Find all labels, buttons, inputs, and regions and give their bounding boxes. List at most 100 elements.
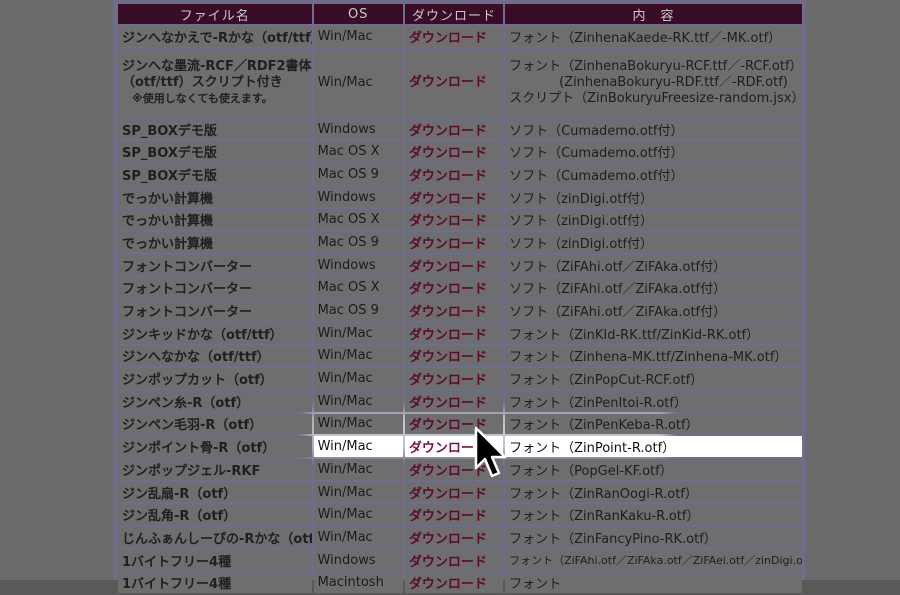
download-link[interactable]: ダウンロード (404, 527, 504, 548)
table-row: フォントコンバーター Mac OS 9 ダウンロード ソフト（ZiFAhi.otf／Z… (118, 300, 802, 321)
os-cell: Windows (313, 549, 403, 571)
download-link[interactable]: ダウンロード (404, 390, 504, 412)
download-link[interactable]: ダウンロード (404, 118, 504, 140)
file-name-cell: ジンキッドかな（otf/ttf） (118, 322, 312, 344)
download-link[interactable]: ダウンロード (404, 26, 504, 47)
download-link[interactable]: ダウンロード (404, 504, 504, 526)
download-link[interactable]: ダウンロード (404, 572, 504, 594)
file-name-cell: ジンへな墨流-RCF／RDF2書体 （otf/ttf）スクリプト付き ※使用しなくて… (118, 48, 312, 117)
file-name-cell: ジンへなかえで-Rかな（otf/ttf） (118, 26, 312, 47)
os-cell: Win/Mac (313, 527, 403, 548)
os-cell: Win/Mac (313, 26, 403, 47)
file-name-cell: フォントコンバーター (118, 277, 312, 299)
download-link[interactable]: ダウンロード (404, 481, 504, 503)
os-cell: Mac OS X (313, 209, 403, 231)
download-link[interactable]: ダウンロード (404, 549, 504, 571)
file-name-cell: ジンポイント骨-R（otf） (118, 436, 312, 457)
content-cell: ソフト（Cumademo.otf付） (505, 141, 802, 163)
os-cell: Win/Mac (313, 48, 403, 117)
table-row: ジンキッドかな（otf/ttf） Win/Mac ダウンロード フォント（ZinKId… (118, 322, 802, 344)
os-cell: Win/Mac (313, 481, 403, 503)
content-cell: フォント（ZinPoint-R.otf） (505, 436, 802, 457)
header-os: OS (313, 4, 403, 24)
file-name-cell: SP_BOXデモ版 (118, 141, 312, 163)
download-link[interactable]: ダウンロード (404, 232, 504, 253)
content-cell: フォント（ZinPopCut-RCF.otf） (505, 368, 802, 389)
content-cell: フォント（ZinhenaKaede-RK.ttf／-MK.otf） (505, 26, 802, 47)
content-cell: ソフト（ZiFAhi.otf／ZiFAka.otf付） (505, 300, 802, 321)
content-cell: フォント（ZinPenKeba-R.otf） (505, 413, 802, 435)
content-cell: フォント (505, 572, 802, 594)
table-row: ジンペン毛羽-R（otf） Win/Mac ダウンロード フォント（ZinPenKeb… (118, 413, 802, 435)
content-cell: ソフト（ZiFAhi.otf／ZiFAka.otf付） (505, 277, 802, 299)
file-name-cell: フォントコンバーター (118, 300, 312, 321)
file-name-cell: 1バイトフリー4種 (118, 549, 312, 571)
os-cell: Mac OS 9 (313, 164, 403, 185)
file-name-cell: ジンペン毛羽-R（otf） (118, 413, 312, 435)
os-cell: Mac OS 9 (313, 300, 403, 321)
table-row: ジン乱角-R（otf） Win/Mac ダウンロード フォント（ZinRanKaku-… (118, 504, 802, 526)
download-link[interactable]: ダウンロード (404, 141, 504, 163)
download-link[interactable]: ダウンロード (404, 254, 504, 276)
header-filename: ファイル名 (118, 4, 312, 24)
download-link[interactable]: ダウンロード (404, 300, 504, 321)
file-name-cell: ジン乱角-R（otf） (118, 504, 312, 526)
download-link[interactable]: ダウンロード (404, 345, 504, 367)
file-name-line: （otf/ttf）スクリプト付き (122, 74, 283, 90)
file-name-cell: ジン乱扇-R（otf） (118, 481, 312, 503)
os-cell: Windows (313, 118, 403, 140)
table-header-row: ファイル名 OS ダウンロード 内 容 (118, 4, 802, 24)
download-link[interactable]: ダウンロード (404, 209, 504, 231)
os-cell: Win/Mac (313, 413, 403, 435)
file-name-cell: でっかい計算機 (118, 186, 312, 208)
content-cell: フォント（ZinFancyPino-RK.otf） (505, 527, 802, 548)
content-cell: フォント（ZinPenItoi-R.otf） (505, 390, 802, 412)
table-row: SP_BOXデモ版 Mac OS X ダウンロード ソフト（Cumademo.otf付… (118, 141, 802, 163)
table-row: 1バイトフリー4種 Macintosh ダウンロード フォント (118, 572, 802, 594)
table-row: ジンへな墨流-RCF／RDF2書体 （otf/ttf）スクリプト付き ※使用しなくて… (118, 48, 802, 117)
content-line: スクリプト（ZinBokuryuFreesize-random.jsx） (509, 90, 802, 106)
file-name-line: ジンへな墨流-RCF／RDF2書体 (122, 58, 312, 74)
content-cell: ソフト（Cumademo.otf付） (505, 118, 802, 140)
content-cell: ソフト（ZiFAhi.otf／ZiFAka.otf付） (505, 254, 802, 276)
os-cell: Win/Mac (313, 436, 403, 457)
download-table: ファイル名 OS ダウンロード 内 容 ジンへなかえで-Rかな（otf/ttf）… (116, 2, 804, 595)
table-row: でっかい計算機 Windows ダウンロード ソフト（zinDigi.otf付） (118, 186, 802, 208)
content-line: フォント（ZinhenaBokuryu-RCF.ttf／-RCF.otf） (509, 58, 802, 74)
os-cell: Win/Mac (313, 459, 403, 480)
table-row: フォントコンバーター Windows ダウンロード ソフト（ZiFAhi.otf／Zi… (118, 254, 802, 276)
table-row: ジン乱扇-R（otf） Win/Mac ダウンロード フォント（ZinRanOogi-… (118, 481, 802, 503)
download-link[interactable]: ダウンロード (404, 164, 504, 185)
table-row: SP_BOXデモ版 Windows ダウンロード ソフト（Cumademo.otf付） (118, 118, 802, 140)
table-row: ジンポップカット（otf） Win/Mac ダウンロード フォント（ZinPopCut… (118, 368, 802, 389)
table-row: ジンペン糸-R（otf） Win/Mac ダウンロード フォント（ZinPenItoi… (118, 390, 802, 412)
download-link[interactable]: ダウンロード (404, 277, 504, 299)
download-link[interactable]: ダウンロード (404, 368, 504, 389)
file-name-cell: でっかい計算機 (118, 232, 312, 253)
table-row: ジンへなかな（otf/ttf） Win/Mac ダウンロード フォント（Zinhena… (118, 345, 802, 367)
content-cell: フォント（ZinRanOogi-R.otf） (505, 481, 802, 503)
download-link[interactable]: ダウンロード (404, 48, 504, 117)
file-name-line: ※使用しなくても使えます。 (132, 91, 273, 105)
content-line: (ZinhenaBokuryu-RDF.ttf／-RDF.otf) (559, 74, 788, 90)
os-cell: Win/Mac (313, 390, 403, 412)
content-cell: フォント（PopGel-KF.otf） (505, 459, 802, 480)
table-row: ジンポップジェル-RKF Win/Mac ダウンロード フォント（PopGel-KF.… (118, 459, 802, 480)
table-row: フォントコンバーター Mac OS X ダウンロード ソフト（ZiFAhi.otf／Z… (118, 277, 802, 299)
table-row: でっかい計算機 Mac OS X ダウンロード ソフト（zinDigi.otf付） (118, 209, 802, 231)
content-cell: ソフト（Cumademo.otf付） (505, 164, 802, 185)
content-cell: フォント（ZiFAhi.otf／ZiFAka.otf／ZiFAei.otf／zi… (505, 549, 802, 571)
file-name-cell: フォントコンバーター (118, 254, 312, 276)
download-link[interactable]: ダウンロード (404, 186, 504, 208)
os-cell: Mac OS X (313, 141, 403, 163)
table-row: 1バイトフリー4種 Windows ダウンロード フォント（ZiFAhi.otf／Zi… (118, 549, 802, 571)
os-cell: Win/Mac (313, 322, 403, 344)
os-cell: Mac OS 9 (313, 232, 403, 253)
os-cell: Win/Mac (313, 368, 403, 389)
header-content: 内 容 (505, 4, 802, 24)
download-link[interactable]: ダウンロード (404, 322, 504, 344)
os-cell: Windows (313, 254, 403, 276)
table-row: ジンポイント骨-R（otf） Win/Mac ダウンロード フォント（ZinPoint… (118, 436, 802, 457)
os-cell: Win/Mac (313, 345, 403, 367)
header-download: ダウンロード (404, 4, 504, 24)
